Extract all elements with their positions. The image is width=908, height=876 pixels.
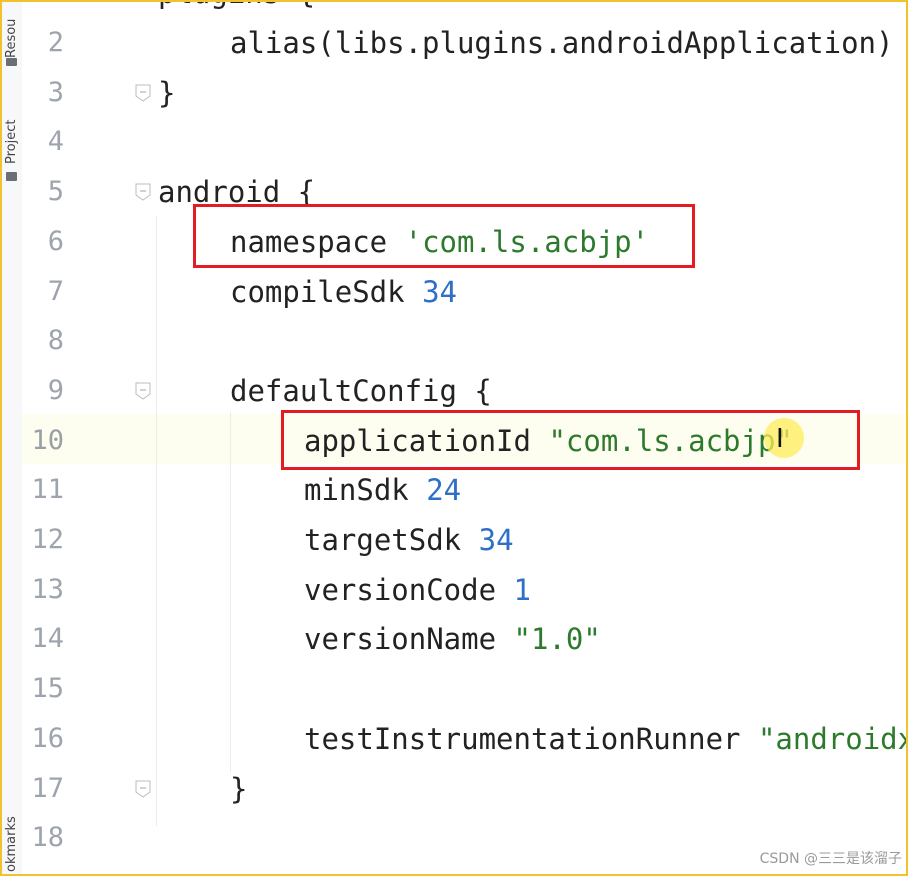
highlight-box-namespace: [193, 204, 695, 268]
code-line[interactable]: alias(libs.plugins.androidApplication): [230, 18, 893, 68]
fold-toggle-icon[interactable]: [135, 84, 151, 102]
tab-resource-manager[interactable]: Resou: [2, 6, 22, 64]
indent-guide: [156, 216, 157, 826]
number-literal: 24: [426, 473, 462, 508]
mouse-cursor-highlight: [764, 418, 804, 458]
code-token: versionName: [304, 622, 514, 657]
line-number: 1: [20, 0, 64, 18]
tab-bookmarks[interactable]: okmarks: [2, 810, 22, 874]
fold-toggle-icon[interactable]: [135, 780, 151, 798]
code-token: minSdk: [304, 473, 427, 508]
indent-guide: [230, 412, 231, 772]
line-number: 15: [31, 673, 64, 705]
code-line[interactable]: targetSdk 34: [304, 515, 514, 565]
line-number: 6: [47, 225, 64, 257]
code-line[interactable]: versionCode 1: [304, 565, 531, 615]
bookmarks-label: okmarks: [4, 816, 19, 872]
code-line[interactable]: plugins {: [158, 0, 315, 18]
line-number: 11: [31, 474, 64, 506]
line-number: 9: [47, 374, 64, 406]
line-number: 7: [47, 275, 64, 307]
line-number: 3: [47, 76, 64, 108]
code-token: }: [230, 771, 248, 806]
resource-manager-label: Resou: [4, 18, 19, 58]
code-line[interactable]: testInstrumentationRunner "androidx.test…: [304, 714, 906, 764]
tab-project[interactable]: Project: [2, 106, 22, 170]
code-line[interactable]: defaultConfig {: [230, 366, 492, 416]
number-literal: 1: [513, 572, 531, 607]
line-number: 5: [47, 176, 64, 208]
text-cursor-icon: I: [776, 424, 784, 454]
code-token: targetSdk: [304, 523, 479, 557]
code-token: versionCode: [304, 572, 514, 607]
number-literal: 34: [478, 523, 514, 557]
line-number: 12: [31, 524, 64, 555]
line-number: 13: [31, 573, 64, 605]
code-line[interactable]: }: [158, 68, 175, 118]
code-token: alias(libs.plugins.androidApplication): [230, 26, 894, 60]
string-literal: "1.0": [513, 622, 601, 657]
fold-toggle-icon[interactable]: [135, 382, 151, 400]
folder-icon: [6, 172, 17, 181]
code-line[interactable]: versionName "1.0": [304, 614, 601, 664]
line-number: 2: [47, 27, 64, 58]
line-number: 4: [47, 126, 64, 158]
code-line[interactable]: compileSdk 34: [230, 267, 457, 317]
fold-toggle-icon[interactable]: [135, 183, 151, 201]
code-line[interactable]: }: [230, 764, 247, 814]
number-literal: 34: [422, 274, 457, 309]
code-token: defaultConfig {: [230, 373, 492, 408]
string-literal: "androidx.test.runner.AndroidJUnitRunner…: [757, 721, 906, 756]
watermark: CSDN @三三是该溜子: [759, 851, 902, 867]
line-number: 10: [31, 424, 64, 456]
code-token: }: [158, 75, 176, 110]
project-label: Project: [4, 119, 19, 164]
folder-icon: [6, 58, 17, 66]
line-number: 14: [31, 623, 64, 655]
line-number: 17: [31, 772, 64, 804]
code-line[interactable]: minSdk 24: [304, 465, 461, 515]
line-number: 18: [31, 822, 64, 854]
code-token: compileSdk: [230, 274, 423, 309]
code-token: testInstrumentationRunner: [304, 721, 758, 756]
line-number: 16: [31, 722, 64, 754]
line-number: 8: [47, 325, 64, 357]
